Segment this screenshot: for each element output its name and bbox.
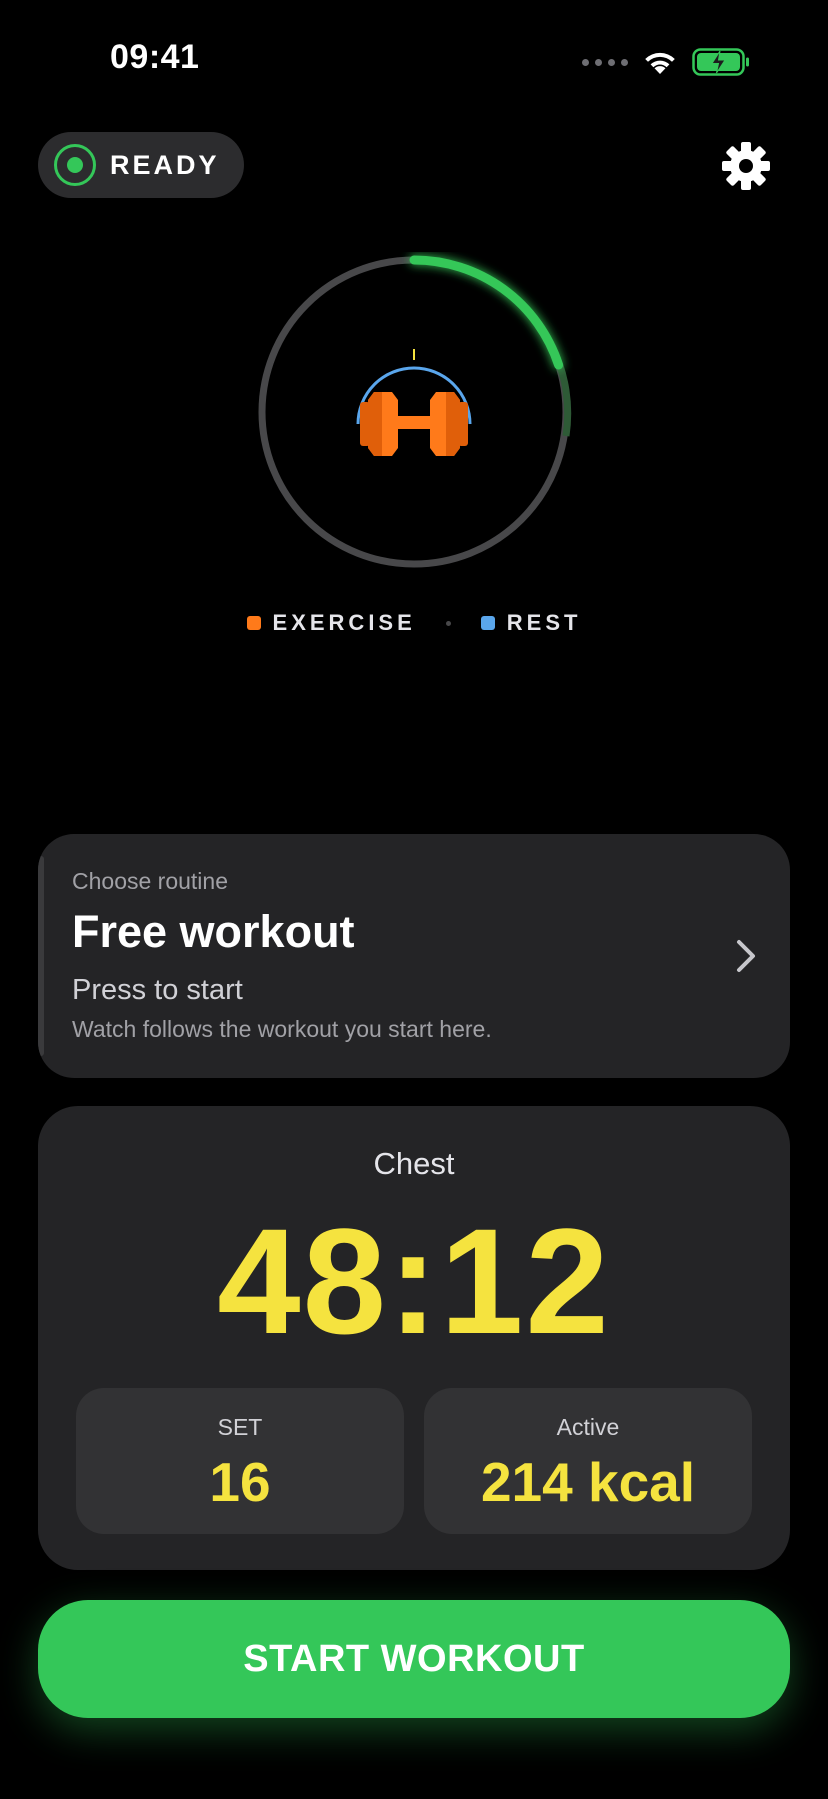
workout-progress-ring xyxy=(258,255,572,568)
ready-indicator-icon xyxy=(54,144,96,186)
active-label: Active xyxy=(556,1414,620,1440)
rest-swatch-icon xyxy=(480,616,495,630)
active-calories-tile: Active 214 kcal xyxy=(424,1388,752,1534)
dumbbell-icon xyxy=(360,392,468,456)
routine-note: Watch follows the workout you start here… xyxy=(72,1016,492,1042)
routine-subtitle: Press to start xyxy=(72,974,243,1006)
set-label: SET xyxy=(217,1414,263,1440)
choose-routine-card[interactable]: Choose routine Free workout Press to sta… xyxy=(38,834,790,1078)
status-label: READY xyxy=(110,149,220,180)
start-workout-button[interactable]: START WORKOUT xyxy=(38,1600,790,1718)
ring-progress-arc xyxy=(409,255,564,370)
routine-title: Free workout xyxy=(72,906,355,957)
ring-legend: EXERCISE REST xyxy=(0,610,828,636)
legend-separator xyxy=(445,620,451,626)
set-tile: SET 16 xyxy=(76,1388,404,1534)
legend-exercise-label: EXERCISE xyxy=(272,610,416,635)
battery-charging-icon xyxy=(692,48,749,76)
chevron-right-icon xyxy=(737,940,755,972)
cellular-signal-icon xyxy=(582,58,628,66)
status-pill: READY xyxy=(38,132,244,198)
active-value: 214 kcal xyxy=(480,1451,696,1513)
legend-rest-label: REST xyxy=(506,610,582,635)
card-accent-bar xyxy=(38,856,44,1056)
legend-rest: REST xyxy=(480,610,582,636)
routine-overline: Choose routine xyxy=(72,868,228,894)
gear-icon[interactable] xyxy=(720,140,772,192)
status-icons xyxy=(582,44,750,80)
workout-timer: 48:12 xyxy=(217,1197,611,1365)
workout-name: Chest xyxy=(373,1146,455,1181)
exercise-swatch-icon xyxy=(246,616,261,630)
legend-exercise: EXERCISE xyxy=(246,610,416,636)
wifi-icon xyxy=(645,52,675,74)
set-value: 16 xyxy=(209,1451,271,1513)
workout-stats-card: Chest 48:12 SET 16 Active 214 kcal xyxy=(38,1106,790,1570)
status-time: 09:41 xyxy=(110,38,200,76)
